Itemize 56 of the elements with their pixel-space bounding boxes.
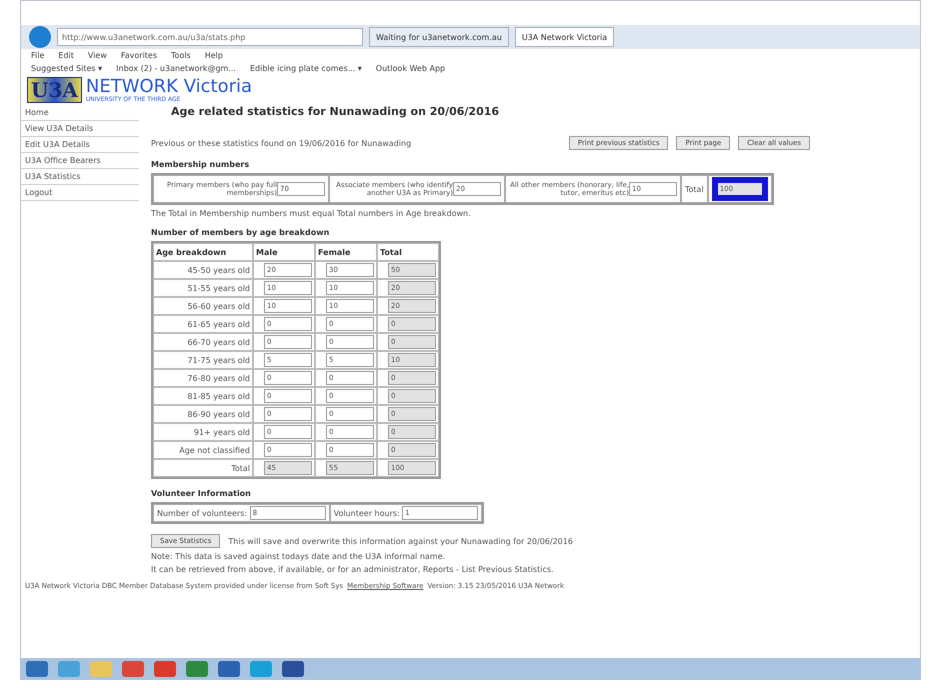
app-icon[interactable]: [218, 661, 240, 677]
note-text: It can be retrieved from above, if available, or for an administrator, Reports - List Previous Statistics.: [151, 565, 555, 574]
address-field[interactable]: http://www.u3anetwork.com.au/u3a/stats.php: [57, 28, 363, 46]
app-icon[interactable]: [250, 661, 272, 677]
row-label: 45-50 years old: [153, 261, 253, 279]
row-label: 81-85 years old: [153, 387, 253, 405]
row-label: 61-65 years old: [153, 315, 253, 333]
app-icon[interactable]: [122, 661, 144, 677]
sidebar-item[interactable]: Logout: [21, 185, 139, 201]
favorite-link[interactable]: Suggested Sites ▾: [31, 64, 102, 73]
column-header: Age breakdown: [153, 243, 253, 261]
note-text: Note: This data is saved against todays date and the U3A informal name.: [151, 552, 446, 561]
previous-note: Previous or these statistics found on 19/06/2016 for Nunawading: [151, 138, 412, 148]
column-header: Male: [253, 243, 315, 261]
favorite-link[interactable]: Edible icing plate comes... ▾: [250, 64, 362, 73]
app-icon[interactable]: [282, 661, 304, 677]
section-heading: Membership numbers: [151, 160, 250, 169]
row-label: 51-55 years old: [153, 279, 253, 297]
row-label: 56-60 years old: [153, 297, 253, 315]
row-label: 76-80 years old: [153, 369, 253, 387]
app-icon[interactable]: [58, 661, 80, 677]
sidebar-item[interactable]: U3A Statistics: [21, 169, 139, 185]
field-label: Total: [685, 184, 704, 194]
section-heading: Number of members by age breakdown: [151, 228, 330, 237]
page-title: Age related statistics for Nunawading on 20/06/2016: [171, 105, 500, 118]
menu-item[interactable]: Help: [204, 51, 223, 60]
section-heading: Volunteer Information: [151, 489, 252, 498]
app-icon[interactable]: [26, 661, 48, 677]
save-note: This will save and overwrite this information against your Nunawading for 20/06/2016: [228, 536, 573, 546]
sidebar-item[interactable]: Home: [21, 105, 139, 121]
sidebar-item[interactable]: View U3A Details: [21, 121, 139, 137]
row-label: 86-90 years old: [153, 405, 253, 423]
row-label: 91+ years old: [153, 423, 253, 441]
app-icon[interactable]: [186, 661, 208, 677]
column-header: Total: [377, 243, 439, 261]
app-icon[interactable]: [154, 661, 176, 677]
row-label: Age not classified: [153, 441, 253, 459]
browser-tab[interactable]: U3A Network Victoria: [514, 27, 614, 47]
field-label: Number of volunteers:: [157, 508, 248, 518]
row-label: 71-75 years old: [153, 351, 253, 369]
sidebar-item[interactable]: Edit U3A Details: [21, 137, 139, 153]
logo-title: NETWORK Victoria: [86, 78, 252, 96]
menu-item[interactable]: Tools: [171, 51, 191, 60]
note-text: The Total in Membership numbers must equal Total numbers in Age breakdown.: [151, 209, 472, 218]
menu-item[interactable]: File: [31, 51, 44, 60]
menu-item[interactable]: Edit: [58, 51, 74, 60]
column-header: Female: [315, 243, 377, 261]
browser-tab[interactable]: Waiting for u3anetwork.com.au: [369, 27, 509, 47]
menu-item[interactable]: View: [88, 51, 107, 60]
sidebar-item[interactable]: U3A Office Bearers: [21, 153, 139, 169]
favorite-link[interactable]: Inbox (2) - u3anetwork@gm...: [116, 64, 236, 73]
favorite-link[interactable]: Outlook Web App: [376, 64, 446, 73]
row-label: 66-70 years old: [153, 333, 253, 351]
row-label: Total: [153, 459, 253, 477]
menu-item[interactable]: Favorites: [120, 51, 158, 60]
field-label: Volunteer hours:: [334, 508, 400, 518]
